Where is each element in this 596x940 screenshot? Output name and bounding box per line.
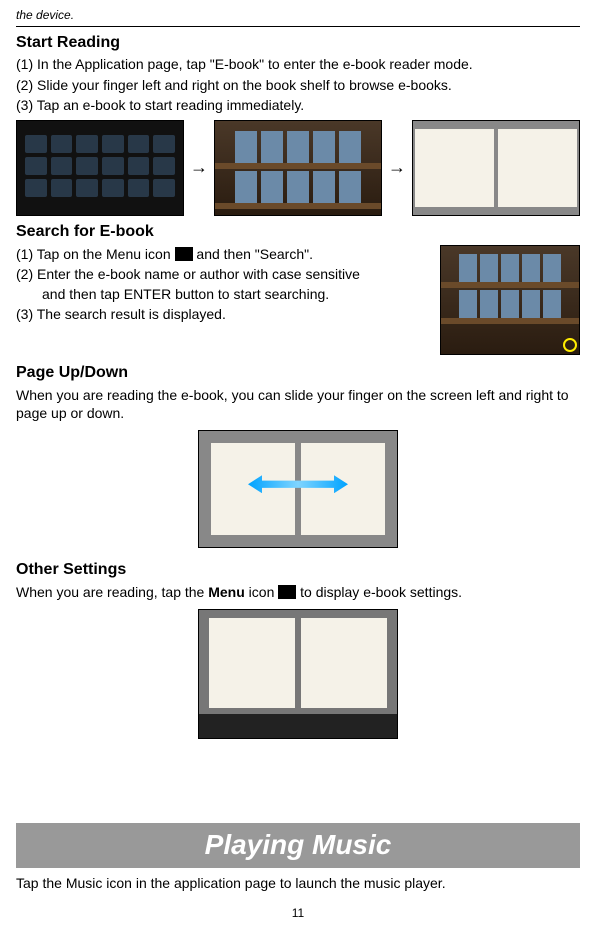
arrow-icon: → (190, 156, 208, 179)
screenshot-apps (16, 120, 184, 216)
text-fragment: (1) Tap on the Menu icon (16, 246, 175, 262)
step-2: (2) Slide your finger left and right on … (16, 76, 580, 94)
menu-label: Menu (208, 584, 245, 600)
step-3: (3) Tap an e-book to start reading immed… (16, 96, 580, 114)
page-updown-para: When you are reading the e-book, you can… (16, 386, 580, 422)
page-number: 11 (16, 906, 580, 922)
heading-other-settings: Other Settings (16, 560, 580, 581)
arrow-icon: → (388, 156, 406, 179)
screenshot-settings (198, 609, 398, 739)
heading-start-reading: Start Reading (16, 33, 580, 54)
header-note: the device. (16, 8, 580, 27)
screenshot-row: → → (16, 120, 580, 216)
heading-page-updown: Page Up/Down (16, 363, 580, 384)
text-fragment: When you are reading, tap the (16, 584, 208, 600)
heading-search: Search for E-book (16, 222, 580, 243)
menu-icon (175, 247, 193, 261)
banner-sub: Tap the Music icon in the application pa… (16, 874, 580, 892)
screenshot-shelf-search (440, 245, 580, 355)
step-1: (1) In the Application page, tap "E-book… (16, 55, 580, 73)
screenshot-shelf (214, 120, 382, 216)
text-fragment: to display e-book settings. (300, 584, 462, 600)
screenshot-swipe (198, 430, 398, 548)
menu-icon (278, 585, 296, 599)
other-settings-para: When you are reading, tap the Menu icon … (16, 583, 580, 601)
banner-playing-music: Playing Music (16, 823, 580, 867)
text-fragment: icon (245, 584, 278, 600)
screenshot-reader (412, 120, 580, 216)
highlight-circle-icon (563, 338, 577, 352)
text-fragment: and then "Search". (196, 246, 313, 262)
